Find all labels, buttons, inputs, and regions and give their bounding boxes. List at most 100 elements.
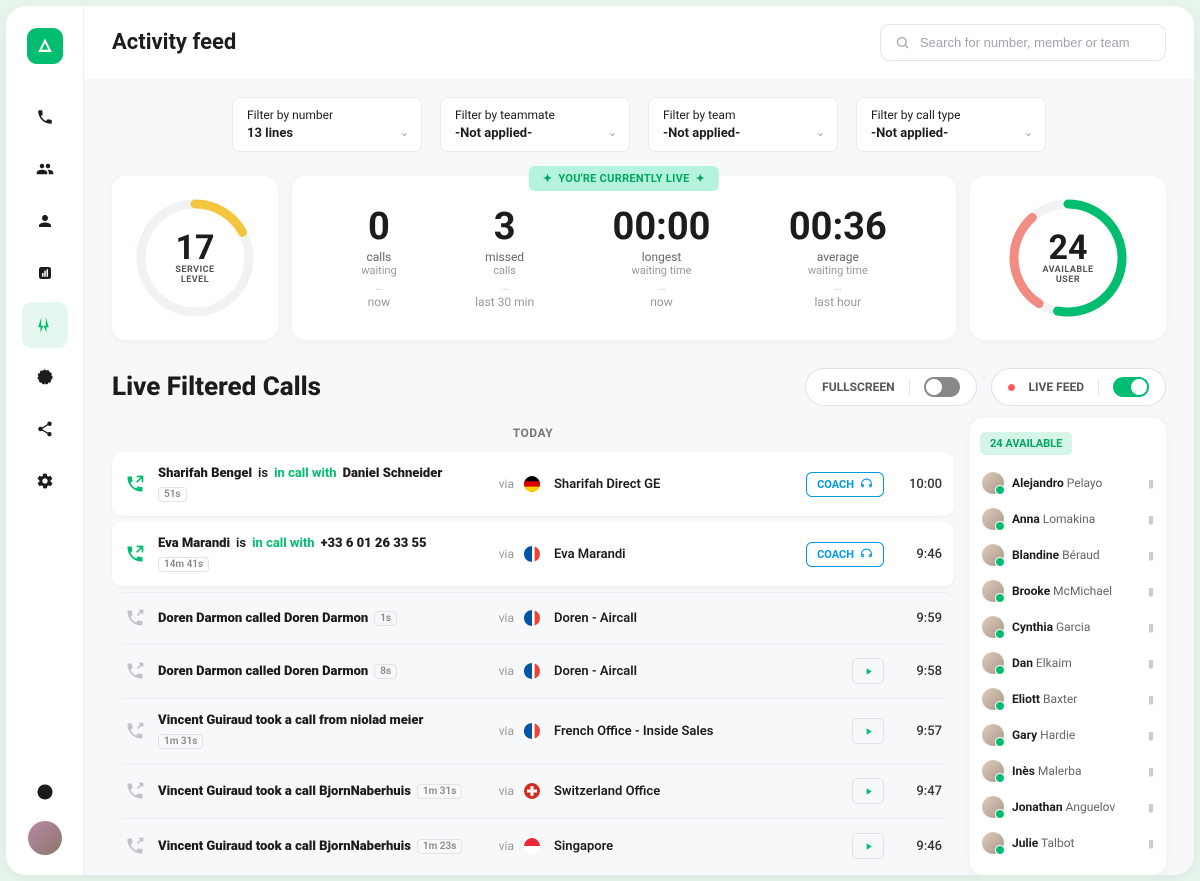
flag-icon — [524, 838, 540, 854]
phone-icon: ▮ — [1148, 513, 1154, 526]
user-name: Anna Lomakina — [1012, 512, 1140, 526]
nav-stats-icon[interactable] — [22, 250, 68, 296]
filter-team[interactable]: Filter by team -Not applied- ⌄ — [648, 97, 838, 152]
filter-teammate[interactable]: Filter by teammate -Not applied- ⌄ — [440, 97, 630, 152]
play-button[interactable] — [852, 718, 884, 744]
fullscreen-toggle[interactable]: FULLSCREEN — [805, 368, 976, 406]
live-dot-icon — [1008, 384, 1015, 391]
livefeed-toggle[interactable]: LIVE FEED — [991, 368, 1166, 406]
user-row[interactable]: Cynthia Garcia▮ — [980, 609, 1156, 645]
via-label: via — [484, 477, 514, 491]
user-row[interactable]: Gary Hardie▮ — [980, 717, 1156, 753]
coach-button[interactable]: COACH — [806, 542, 884, 567]
call-direction-icon — [124, 607, 146, 629]
toggle-switch-on[interactable] — [1113, 377, 1149, 397]
call-time: 10:00 — [894, 477, 942, 492]
call-row[interactable]: Doren Darmon called Doren Darmon 1s via Do… — [112, 592, 954, 643]
call-row[interactable]: Eva Marandi is in call with +33 6 01 26 … — [112, 522, 954, 586]
user-name: Gary Hardie — [1012, 728, 1140, 742]
call-direction-icon — [124, 835, 146, 857]
via-name: Doren - Aircall — [554, 611, 784, 626]
search-input[interactable] — [920, 35, 1151, 50]
nav-history-icon[interactable] — [22, 354, 68, 400]
phone-icon: ▮ — [1148, 801, 1154, 814]
section-title: Live Filtered Calls — [112, 372, 321, 402]
user-avatar — [982, 508, 1004, 530]
via-label: via — [484, 664, 514, 678]
nav-team-icon[interactable] — [22, 146, 68, 192]
user-name: Eliott Baxter — [1012, 692, 1140, 706]
call-row[interactable]: Sharifah Bengel is in call with Daniel S… — [112, 452, 954, 516]
user-row[interactable]: Inès Malerba▮ — [980, 753, 1156, 789]
search-icon — [895, 35, 910, 50]
call-row[interactable]: Vincent Guiraud took a call BjornNaberhu… — [112, 818, 954, 873]
filter-calltype[interactable]: Filter by call type -Not applied- ⌄ — [856, 97, 1046, 152]
phone-icon: ▮ — [1148, 657, 1154, 670]
call-row[interactable]: Vincent Guiraud took a call BjornNaberhu… — [112, 763, 954, 818]
call-text: Vincent Guiraud took a call BjornNaberhu… — [158, 839, 474, 854]
nav-activity-icon[interactable] — [22, 302, 68, 348]
nav-settings-icon[interactable] — [22, 458, 68, 504]
filter-number[interactable]: Filter by number 13 lines ⌄ — [232, 97, 422, 152]
via-label: via — [484, 547, 514, 561]
via-label: via — [484, 724, 514, 738]
user-row[interactable]: Anna Lomakina ▮ — [980, 501, 1156, 537]
call-direction-icon — [124, 720, 146, 742]
user-avatar[interactable] — [28, 821, 62, 855]
call-row[interactable]: Vincent Guiraud took a call from niolad … — [112, 698, 954, 763]
call-time: 9:46 — [894, 839, 942, 854]
live-metrics-card: ✦YOU'RE CURRENTLY LIVE✦ 0callswaiting…no… — [292, 176, 956, 340]
call-direction-icon — [124, 543, 146, 565]
user-row[interactable]: Blandine Béraud▮ — [980, 537, 1156, 573]
via-name: French Office - Inside Sales — [554, 724, 784, 739]
toggle-switch-off[interactable] — [924, 377, 960, 397]
phone-icon: ▮ — [1148, 693, 1154, 706]
nav-share-icon[interactable] — [22, 406, 68, 452]
flag-icon — [524, 663, 540, 679]
user-avatar — [982, 652, 1004, 674]
nav-user-icon[interactable] — [22, 198, 68, 244]
user-row[interactable]: Dan Elkaim ▮ — [980, 645, 1156, 681]
play-button[interactable] — [852, 833, 884, 859]
coach-button[interactable]: COACH — [806, 472, 884, 497]
chevron-down-icon: ⌄ — [400, 126, 409, 139]
via-label: via — [484, 784, 514, 798]
user-avatar — [982, 580, 1004, 602]
user-row[interactable]: Alejandro Pelayo▮ — [980, 465, 1156, 501]
app-logo[interactable] — [27, 28, 63, 64]
user-row[interactable]: Eliott Baxter ▮ — [980, 681, 1156, 717]
call-direction-icon — [124, 660, 146, 682]
nav-calls-icon[interactable] — [22, 94, 68, 140]
phone-icon: ▮ — [1148, 837, 1154, 850]
call-text: Eva Marandi is in call with +33 6 01 26 … — [158, 536, 474, 572]
user-avatar — [982, 796, 1004, 818]
call-text: Doren Darmon called Doren Darmon 1s — [158, 611, 474, 626]
user-row[interactable]: Jonathan Anguelov ▮ — [980, 789, 1156, 825]
user-avatar — [982, 724, 1004, 746]
call-row[interactable]: Doren Darmon called Doren Darmon 8sviaDo… — [112, 643, 954, 698]
user-avatar — [982, 832, 1004, 854]
available-badge: 24 AVAILABLE — [980, 432, 1072, 455]
call-time: 9:58 — [894, 664, 942, 679]
user-name: Dan Elkaim — [1012, 656, 1140, 670]
phone-icon: ▮ — [1148, 477, 1154, 490]
flag-icon — [524, 783, 540, 799]
user-avatar — [982, 760, 1004, 782]
search-box[interactable] — [880, 24, 1166, 61]
user-avatar — [982, 688, 1004, 710]
available-user-card: 24 AVAILABLEUSER — [970, 176, 1166, 340]
flag-icon — [524, 610, 540, 626]
call-time: 9:47 — [894, 784, 942, 799]
chevron-down-icon: ⌄ — [608, 126, 617, 139]
user-row[interactable]: Brooke McMichael▮ — [980, 573, 1156, 609]
flag-icon — [524, 476, 540, 492]
user-name: Jonathan Anguelov — [1012, 800, 1140, 814]
chevron-down-icon: ⌄ — [816, 126, 825, 139]
via-name: Switzerland Office — [554, 784, 784, 799]
nav-help-icon[interactable] — [22, 769, 68, 815]
calls-list: TODAY Sharifah Bengel is in call with Da… — [112, 418, 954, 873]
via-label: via — [484, 611, 514, 625]
play-button[interactable] — [852, 778, 884, 804]
user-row[interactable]: Julie Talbot▮ — [980, 825, 1156, 861]
play-button[interactable] — [852, 658, 884, 684]
